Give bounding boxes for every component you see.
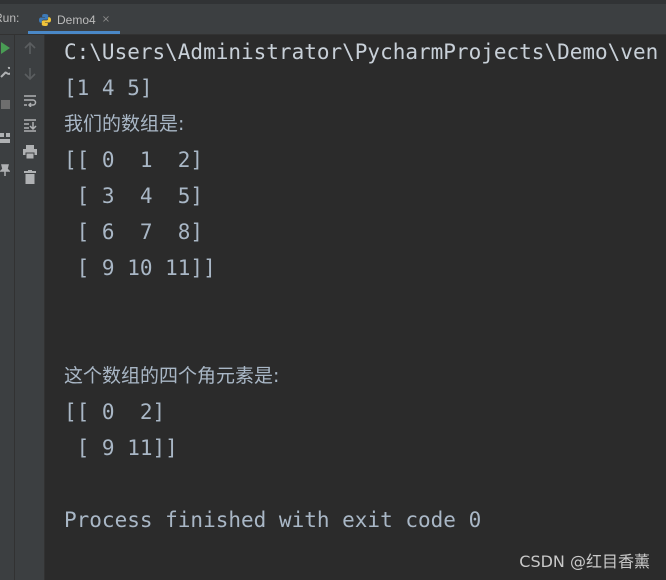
close-icon[interactable]: × (102, 14, 110, 25)
down-arrow-icon[interactable] (22, 66, 38, 80)
trash-icon[interactable] (22, 170, 38, 184)
wrench-icon[interactable] (0, 65, 10, 79)
scroll-to-end-icon[interactable] (22, 118, 38, 132)
tab-demo4[interactable]: Demo4 × (28, 6, 120, 33)
pin-icon[interactable] (0, 163, 10, 177)
run-toolbar (0, 35, 15, 580)
active-tab-indicator (28, 31, 120, 34)
soft-wrap-icon[interactable] (22, 93, 38, 107)
watermark: CSDN @红目香薰 (519, 552, 650, 571)
stop-icon[interactable] (0, 97, 10, 111)
console-line: 我们的数组是: (64, 113, 185, 135)
tab-label: Demo4 (57, 12, 96, 27)
console-line: [ 9 10 11]] (64, 256, 216, 280)
console-line: 这个数组的四个角元素是: (64, 365, 280, 387)
print-icon[interactable] (22, 145, 38, 159)
rerun-icon[interactable] (0, 41, 10, 55)
run-tool-window: Run: Demo4 × (0, 0, 666, 580)
console-line-command: C:\Users\Administrator\PycharmProjects\D… (64, 40, 659, 64)
console-toolbar (15, 35, 45, 580)
console-line-exit-status: Process finished with exit code 0 (64, 508, 482, 532)
console-line: [ 9 11]] (64, 436, 178, 460)
run-panel-label: Run: (0, 11, 20, 25)
console-output[interactable]: C:\Users\Administrator\PycharmProjects\D… (45, 35, 666, 580)
console-line: [ 6 7 8] (64, 220, 204, 244)
python-icon (38, 13, 52, 27)
top-strip (0, 0, 666, 4)
console-line: [1 4 5] (64, 76, 153, 100)
layout-icon[interactable] (0, 131, 10, 145)
run-tab-bar: Run: Demo4 × (0, 0, 666, 35)
up-arrow-icon[interactable] (22, 41, 38, 55)
console-line: [ 3 4 5] (64, 184, 204, 208)
console-line: [[ 0 2] (64, 400, 166, 424)
console-line: [[ 0 1 2] (64, 148, 204, 172)
